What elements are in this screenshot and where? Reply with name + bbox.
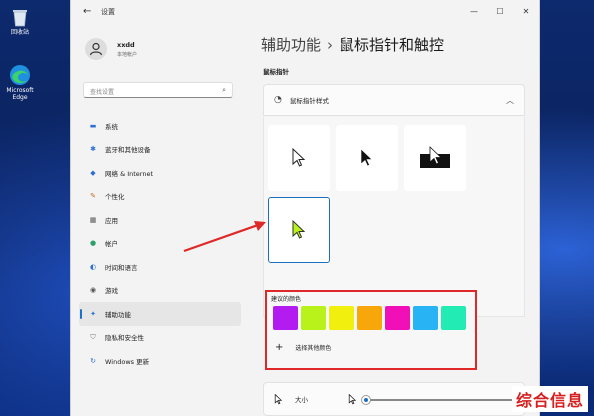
gamepad-icon: ◉ bbox=[89, 286, 97, 295]
size-label: 大小 bbox=[295, 396, 308, 404]
color-swatch[interactable] bbox=[329, 306, 354, 330]
sidebar-item-accessibility[interactable]: ✦ 辅助功能 bbox=[79, 302, 241, 326]
color-swatch[interactable] bbox=[273, 306, 298, 330]
sidebar-item-privacy[interactable]: ⛉ 隐私和安全性 bbox=[79, 326, 241, 350]
user-profile[interactable]: xxdd 本地帐户 bbox=[85, 38, 137, 60]
sidebar-item-system[interactable]: ▬ 系统 bbox=[79, 114, 241, 138]
recycle-bin-icon bbox=[9, 6, 31, 28]
sidebar-item-label: 帐户 bbox=[105, 240, 118, 249]
bluetooth-icon: ✱ bbox=[90, 145, 96, 154]
main-content: 辅助功能 › 鼠标指针和触控 鼠标指针 ◔ 鼠标指针样式 ︿ 建议的颜色 + 选… bbox=[261, 26, 529, 416]
cursor-small-icon bbox=[348, 394, 357, 405]
pointer-style-custom[interactable] bbox=[268, 197, 330, 263]
sidebar-item-label: 隐私和安全性 bbox=[105, 334, 144, 343]
color-swatch[interactable] bbox=[385, 306, 410, 330]
sidebar-item-gaming[interactable]: ◉ 游戏 bbox=[79, 279, 241, 303]
sidebar-item-label: 网络 & Internet bbox=[105, 169, 154, 178]
size-row: 大小 bbox=[263, 382, 525, 416]
annotation-arrow bbox=[183, 221, 266, 253]
settings-window: ← 设置 — ☐ ✕ xxdd 本地帐户 查找设置 ⌕ ▬ 系统 ✱ 蓝牙和其他… bbox=[70, 0, 540, 416]
avatar bbox=[85, 38, 107, 60]
size-slider-track[interactable] bbox=[370, 399, 520, 401]
edge-icon bbox=[9, 64, 31, 86]
back-arrow-icon[interactable]: ← bbox=[83, 6, 91, 17]
pointer-style-icon: ◔ bbox=[274, 95, 282, 105]
window-controls: — ☐ ✕ bbox=[461, 0, 539, 22]
size-slider-thumb[interactable] bbox=[362, 396, 370, 404]
choose-other-color-button[interactable]: + 选择其他颜色 bbox=[275, 342, 331, 353]
sidebar-item-bluetooth[interactable]: ✱ 蓝牙和其他设备 bbox=[79, 138, 241, 162]
desktop-icon-label: Microsoft Edge bbox=[6, 87, 34, 101]
inverted-cursor-icon bbox=[420, 146, 450, 168]
black-cursor-icon bbox=[360, 148, 373, 167]
breadcrumb: 辅助功能 › 鼠标指针和触控 bbox=[261, 34, 444, 55]
sidebar-item-label: 游戏 bbox=[105, 287, 118, 296]
window-title: 设置 bbox=[101, 8, 115, 16]
sidebar-item-label: 时间和语言 bbox=[105, 263, 138, 272]
custom-cursor-icon bbox=[292, 220, 306, 239]
user-account-type: 本地帐户 bbox=[117, 51, 138, 58]
sidebar-item-label: 应用 bbox=[105, 216, 118, 225]
recommended-colors-title: 建议的颜色 bbox=[271, 296, 302, 303]
accessibility-icon: ✦ bbox=[90, 309, 96, 318]
watermark: 综合信息 bbox=[511, 386, 588, 412]
pointer-style-header[interactable]: ◔ 鼠标指针样式 ︿ bbox=[263, 84, 525, 116]
update-icon: ↻ bbox=[90, 356, 96, 365]
choose-other-color-label: 选择其他颜色 bbox=[295, 345, 332, 352]
sidebar-item-time-language[interactable]: ◐ 时间和语言 bbox=[79, 255, 241, 279]
search-input[interactable]: 查找设置 ⌕ bbox=[83, 82, 233, 98]
desktop-icon-recycle-bin[interactable]: 回收站 bbox=[4, 6, 36, 37]
apps-icon: ▦ bbox=[89, 215, 97, 224]
search-placeholder: 查找设置 bbox=[90, 89, 115, 96]
person-icon bbox=[89, 42, 103, 56]
color-swatch[interactable] bbox=[357, 306, 382, 330]
plus-icon: + bbox=[275, 342, 284, 353]
sidebar-item-personalization[interactable]: ✎ 个性化 bbox=[79, 185, 241, 209]
sidebar-item-label: Windows 更新 bbox=[105, 357, 150, 366]
cursor-small-icon bbox=[274, 393, 283, 404]
chevron-up-icon: ︿ bbox=[506, 96, 514, 105]
section-label: 鼠标指针 bbox=[263, 68, 289, 76]
color-swatch[interactable] bbox=[413, 306, 438, 330]
search-icon: ⌕ bbox=[222, 86, 226, 94]
wifi-icon: ◆ bbox=[90, 168, 96, 177]
title-bar: ← 设置 — ☐ ✕ bbox=[71, 0, 539, 26]
shield-icon: ⛉ bbox=[90, 332, 96, 341]
pointer-style-label: 鼠标指针样式 bbox=[289, 97, 329, 105]
sidebar-item-label: 系统 bbox=[105, 122, 118, 131]
sidebar-item-label: 蓝牙和其他设备 bbox=[105, 146, 151, 155]
user-name: xxdd bbox=[117, 40, 135, 49]
pointer-style-inverted[interactable] bbox=[404, 125, 466, 191]
pointer-style-black[interactable] bbox=[336, 125, 398, 191]
pointer-style-white[interactable] bbox=[268, 125, 330, 191]
white-cursor-icon bbox=[292, 148, 306, 167]
maximize-button[interactable]: ☐ bbox=[487, 0, 513, 22]
minimize-button[interactable]: — bbox=[461, 0, 487, 22]
sidebar-item-label: 辅助功能 bbox=[105, 310, 131, 319]
monitor-icon: ▬ bbox=[89, 121, 97, 130]
color-swatch[interactable] bbox=[441, 306, 466, 330]
breadcrumb-parent[interactable]: 辅助功能 bbox=[261, 36, 321, 54]
close-button[interactable]: ✕ bbox=[513, 0, 539, 22]
color-swatch[interactable] bbox=[301, 306, 326, 330]
desktop-icon-label: 回收站 bbox=[10, 29, 29, 36]
sidebar-item-windows-update[interactable]: ↻ Windows 更新 bbox=[79, 349, 241, 373]
color-swatches bbox=[273, 306, 466, 330]
desktop-icon-edge[interactable]: Microsoft Edge bbox=[4, 64, 36, 102]
pointer-style-panel bbox=[263, 117, 525, 317]
breadcrumb-separator: › bbox=[327, 36, 334, 54]
page-title: 鼠标指针和触控 bbox=[339, 36, 445, 54]
globe-clock-icon: ◐ bbox=[89, 262, 97, 271]
person-icon: ● bbox=[89, 239, 97, 248]
sidebar-item-network[interactable]: ◆ 网络 & Internet bbox=[79, 161, 241, 185]
brush-icon: ✎ bbox=[90, 192, 96, 201]
sidebar-item-label: 个性化 bbox=[105, 193, 125, 202]
